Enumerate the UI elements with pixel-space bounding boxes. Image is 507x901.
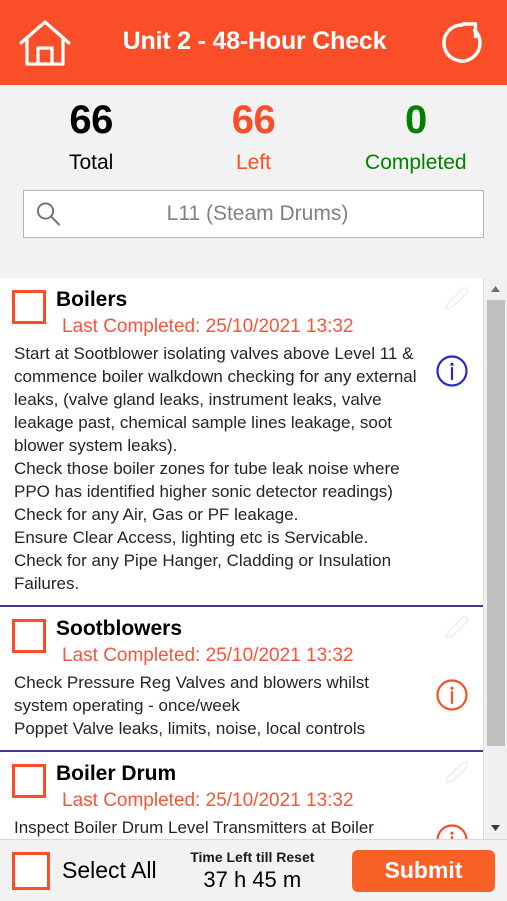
task-header: Boiler Drum Last Completed: 25/10/2021 1… [0, 760, 483, 814]
app-header: Unit 2 - 48-Hour Check [0, 0, 507, 85]
task-last-completed: Last Completed: 25/10/2021 13:32 [62, 790, 354, 811]
info-icon[interactable] [435, 354, 469, 388]
task-checkbox[interactable] [12, 619, 46, 653]
stat-total-label: Total [68, 151, 114, 174]
task-last-completed: Last Completed: 25/10/2021 13:32 [62, 316, 354, 337]
reset-timer-label: Time Left till Reset [190, 848, 315, 865]
task-row[interactable]: Boilers Last Completed: 25/10/2021 13:32… [0, 278, 483, 607]
select-all-label: Select All [62, 857, 157, 883]
reset-timer: Time Left till Reset 37 h 45 m [157, 849, 352, 893]
stat-left-label: Left [235, 151, 271, 174]
task-checkbox[interactable] [12, 290, 46, 324]
select-all-checkbox[interactable] [12, 851, 50, 890]
edit-pencil-icon[interactable] [441, 284, 471, 314]
search-placeholder: L11 (Steam Drums) [166, 202, 349, 225]
stat-left-value: 66 [231, 98, 276, 142]
stat-completed-value: 0 [404, 98, 427, 142]
task-header: Sootblowers Last Completed: 25/10/2021 1… [0, 615, 483, 669]
task-row[interactable]: Sootblowers Last Completed: 25/10/2021 1… [0, 607, 483, 752]
stat-completed: 0 Completed [335, 94, 497, 180]
chevron-down-icon[interactable] [484, 817, 507, 839]
task-title: Boilers [56, 288, 128, 311]
app-root: Unit 2 - 48-Hour Check 66 Total 66 Left … [0, 0, 507, 901]
stats-row: 66 Total 66 Left 0 Completed [0, 94, 507, 180]
edit-pencil-icon[interactable] [441, 613, 471, 643]
stats-panel: 66 Total 66 Left 0 Completed L11 (Steam … [0, 85, 507, 278]
task-checkbox[interactable] [12, 764, 46, 798]
task-list-area: Boilers Last Completed: 25/10/2021 13:32… [0, 278, 507, 839]
reset-timer-value: 37 h 45 m [203, 866, 302, 892]
stat-total: 66 Total [10, 94, 172, 180]
scrollbar-thumb[interactable] [487, 300, 505, 746]
list-scrollbar[interactable] [483, 278, 507, 839]
task-header-text: Sootblowers Last Completed: 25/10/2021 1… [56, 615, 483, 669]
info-icon[interactable] [435, 823, 469, 839]
submit-button[interactable]: Submit [352, 849, 495, 892]
stat-total-value: 66 [69, 98, 113, 142]
info-icon[interactable] [435, 678, 469, 712]
task-description: Inspect Boiler Drum Level Transmitters a… [14, 818, 374, 837]
chevron-up-icon[interactable] [484, 278, 507, 300]
task-description: Start at Sootblower isolating valves abo… [14, 344, 417, 593]
task-header-text: Boiler Drum Last Completed: 25/10/2021 1… [56, 760, 483, 814]
search-icon [24, 199, 72, 229]
refresh-icon[interactable] [433, 14, 491, 72]
search-input[interactable]: L11 (Steam Drums) [23, 190, 484, 238]
home-icon[interactable] [14, 12, 76, 74]
task-title: Sootblowers [56, 617, 183, 640]
task-header-text: Boilers Last Completed: 25/10/2021 13:32 [56, 286, 483, 340]
task-row[interactable]: Boiler Drum Last Completed: 25/10/2021 1… [0, 752, 483, 839]
task-list: Boilers Last Completed: 25/10/2021 13:32… [0, 278, 483, 839]
task-header: Boilers Last Completed: 25/10/2021 13:32 [0, 286, 483, 340]
task-title: Boiler Drum [56, 762, 177, 785]
stat-left: 66 Left [172, 94, 334, 180]
stat-completed-label: Completed [365, 151, 467, 174]
edit-pencil-icon[interactable] [441, 758, 471, 788]
bottom-action-bar: Select All Time Left till Reset 37 h 45 … [0, 839, 507, 901]
task-last-completed: Last Completed: 25/10/2021 13:32 [62, 645, 354, 666]
task-description: Check Pressure Reg Valves and blowers wh… [14, 673, 369, 738]
search-wrapper: L11 (Steam Drums) [0, 180, 507, 238]
page-title: Unit 2 - 48-Hour Check [122, 26, 387, 55]
